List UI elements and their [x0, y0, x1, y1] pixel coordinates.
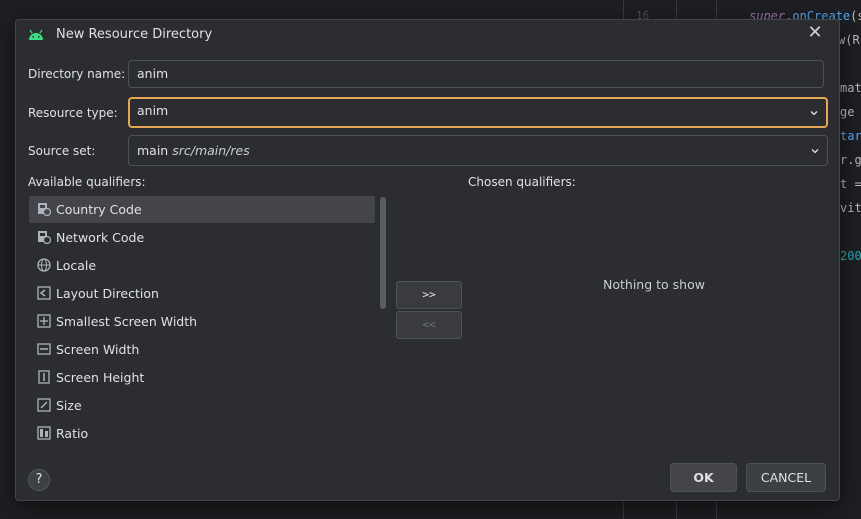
qualifier-label: Smallest Screen Width — [56, 314, 198, 329]
qualifier-label: Screen Height — [56, 370, 145, 385]
code-line: ge — [840, 105, 855, 119]
available-qualifiers-list[interactable]: Country Code Network Code Locale Layout … — [29, 196, 387, 448]
code-line: t = — [840, 177, 861, 191]
screen-width-icon — [37, 343, 51, 355]
new-resource-directory-dialog: New Resource Directory ✕ Directory name:… — [15, 19, 840, 501]
size-icon — [37, 398, 51, 412]
source-set-main: main — [137, 143, 169, 158]
globe-icon — [37, 258, 51, 272]
code-line: 200 — [840, 249, 861, 263]
qualifier-screen-height[interactable]: Screen Height — [29, 364, 375, 391]
directory-name-value: anim — [137, 66, 169, 81]
qualifier-layout-direction[interactable]: Layout Direction — [29, 280, 375, 307]
qualifier-label: Screen Width — [56, 342, 140, 357]
qualifier-smallest-screen-width[interactable]: Smallest Screen Width — [29, 308, 375, 335]
source-set-select[interactable]: main src/main/res — [128, 135, 828, 166]
available-qualifiers-label: Available qualifiers: — [28, 175, 146, 189]
chosen-qualifiers-label: Chosen qualifiers: — [468, 175, 576, 189]
qualifiers-scrollbar[interactable] — [380, 197, 386, 309]
code-line: vit — [840, 201, 861, 215]
qualifier-label: Network Code — [56, 230, 145, 245]
qualifier-label: Country Code — [56, 202, 142, 217]
remove-qualifier-button[interactable]: << — [396, 311, 462, 339]
ok-button[interactable]: OK — [670, 463, 737, 492]
layout-direction-icon — [37, 286, 51, 300]
chosen-qualifiers-empty-text: Nothing to show — [603, 277, 705, 292]
add-qualifier-button[interactable]: >> — [396, 281, 462, 309]
qualifier-country-code[interactable]: Country Code — [29, 196, 375, 223]
close-icon[interactable]: ✕ — [805, 23, 825, 43]
chevron-down-icon — [811, 149, 819, 154]
qualifier-label: Locale — [56, 258, 97, 273]
code-line: r.g — [840, 153, 861, 167]
resource-type-value: anim — [137, 103, 169, 118]
country-code-icon — [38, 203, 51, 216]
qualifier-label: Ratio — [56, 426, 89, 441]
chevron-down-icon — [810, 111, 818, 116]
cancel-button[interactable]: CANCEL — [746, 463, 826, 492]
qualifier-locale[interactable]: Locale — [29, 252, 375, 279]
help-icon[interactable]: ? — [28, 469, 50, 491]
qualifier-size[interactable]: Size — [29, 392, 375, 419]
qualifier-ratio[interactable]: Ratio — [29, 420, 375, 447]
smallest-width-icon — [37, 314, 51, 328]
qualifier-label: Size — [56, 398, 82, 413]
screen-height-icon — [38, 370, 50, 384]
code-line: w(R — [838, 33, 860, 47]
qualifier-network-code[interactable]: Network Code — [29, 224, 375, 251]
resource-type-label: Resource type: — [28, 106, 118, 120]
qualifier-screen-width[interactable]: Screen Width — [29, 336, 375, 363]
directory-name-input[interactable]: anim — [128, 60, 824, 88]
directory-name-label: Directory name: — [28, 67, 126, 81]
dialog-titlebar: New Resource Directory ✕ — [16, 20, 839, 48]
source-set-label: Source set: — [28, 144, 96, 158]
ratio-icon — [37, 426, 51, 440]
resource-type-select[interactable]: anim — [128, 97, 828, 128]
dialog-title: New Resource Directory — [56, 27, 213, 42]
source-set-path: src/main/res — [172, 143, 250, 158]
qualifier-label: Layout Direction — [56, 286, 159, 301]
code-line: mat — [840, 81, 861, 95]
code-line: tar — [840, 129, 861, 143]
network-code-icon — [38, 231, 51, 244]
android-icon — [29, 29, 43, 40]
